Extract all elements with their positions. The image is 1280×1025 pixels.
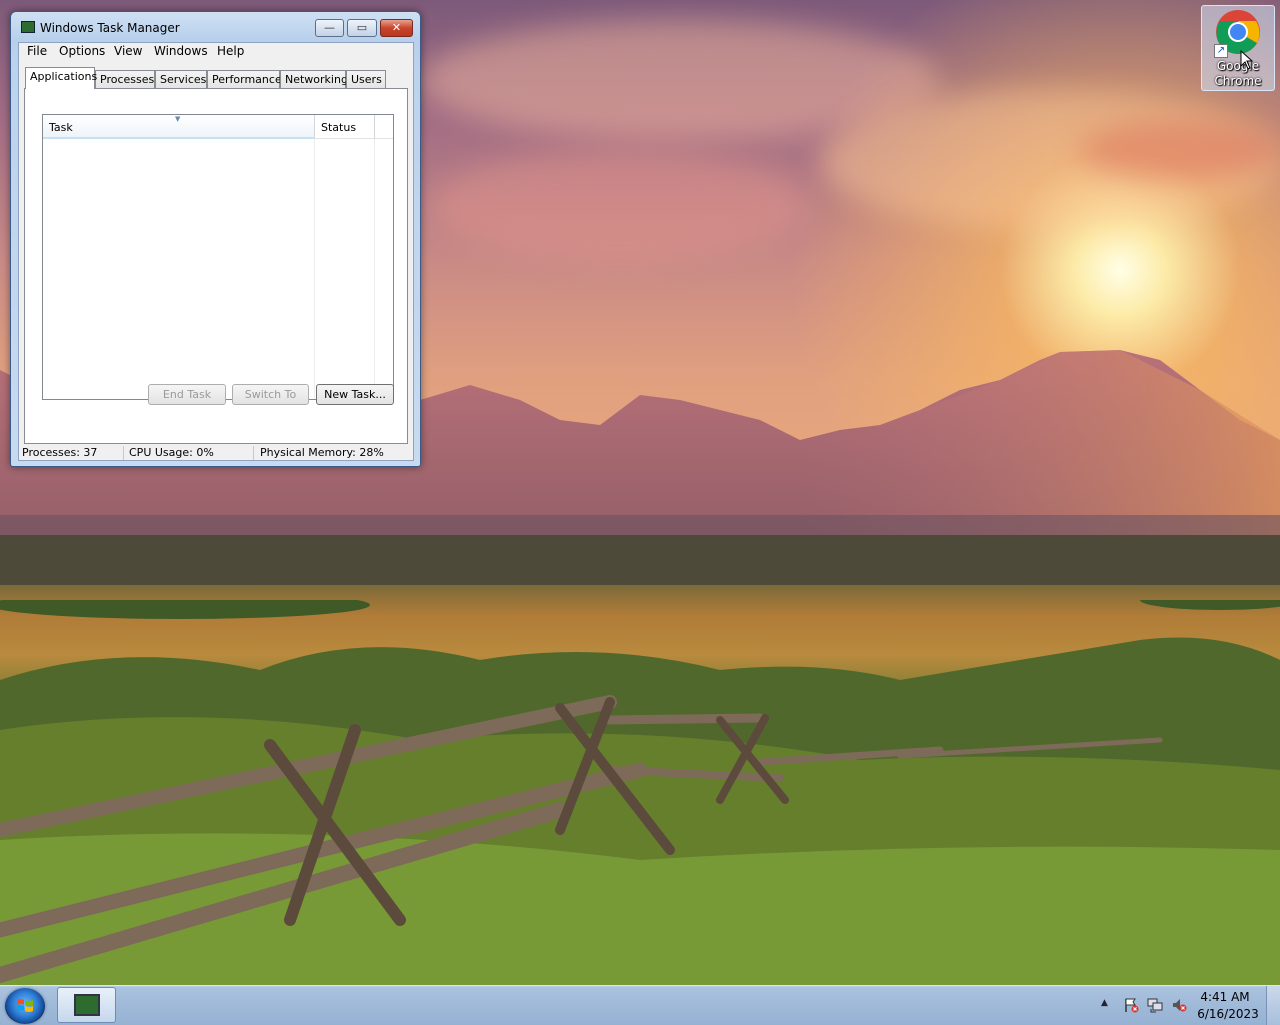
menu-bar: File Options View Windows Help	[19, 43, 413, 61]
network-icon[interactable]	[1147, 997, 1163, 1013]
shortcut-label: Google Chrome	[1214, 59, 1262, 88]
column-header-status[interactable]: Status	[315, 115, 375, 139]
status-physical-memory: Physical Memory: 28%	[260, 446, 384, 459]
volume-muted-icon[interactable]	[1171, 997, 1187, 1013]
taskbar: ▲ 4:41 AM 6/16/2023	[0, 985, 1280, 1025]
window-client-area: File Options View Windows Help Applicati…	[18, 42, 414, 461]
tab-services[interactable]: Services	[155, 70, 207, 88]
maximize-button[interactable]: ▭	[347, 19, 377, 37]
menu-help[interactable]: Help	[215, 44, 246, 58]
start-button[interactable]	[5, 988, 45, 1024]
tab-performance[interactable]: Performance	[207, 70, 282, 88]
switch-to-button[interactable]: Switch To	[232, 384, 309, 405]
clock-time[interactable]: 4:41 AM	[1195, 990, 1255, 1004]
status-processes: Processes: 37	[19, 446, 124, 460]
task-manager-icon	[74, 994, 100, 1016]
shortcut-arrow-icon: ↗	[1214, 44, 1228, 58]
chrome-desktop-shortcut[interactable]: ↗ Google Chrome	[1201, 5, 1275, 91]
menu-windows[interactable]: Windows	[152, 44, 210, 58]
menu-options[interactable]: Options	[57, 44, 107, 58]
end-task-button[interactable]: End Task	[148, 384, 226, 405]
tab-networking[interactable]: Networking	[280, 70, 348, 88]
menu-view[interactable]: View	[112, 44, 144, 58]
column-header-filler	[375, 115, 393, 139]
title-bar[interactable]: Windows Task Manager — ▭ ✕	[11, 12, 420, 42]
column-divider	[314, 139, 315, 399]
tab-applications[interactable]: Applications	[25, 67, 97, 89]
tab-strip: Applications Processes Services Performa…	[19, 67, 413, 89]
task-manager-window[interactable]: Windows Task Manager — ▭ ✕ File Options …	[10, 11, 421, 467]
show-hidden-icons-button[interactable]: ▲	[1101, 998, 1108, 1008]
status-cpu-usage: CPU Usage: 0%	[126, 446, 254, 460]
menu-file[interactable]: File	[25, 44, 49, 58]
mouse-cursor-icon	[1240, 50, 1254, 70]
show-desktop-button[interactable]	[1266, 986, 1280, 1025]
wooden-fence	[0, 695, 1163, 983]
new-task-button[interactable]: New Task...	[316, 384, 394, 405]
status-bar: Processes: 37 CPU Usage: 0% Physical Mem…	[19, 444, 413, 460]
close-button[interactable]: ✕	[380, 19, 413, 37]
action-center-icon[interactable]	[1123, 997, 1139, 1013]
list-header: ▼ Task Status	[43, 115, 393, 139]
column-divider	[374, 139, 375, 399]
windows-logo-icon	[17, 999, 33, 1012]
sort-arrow-icon: ▼	[175, 115, 181, 123]
column-header-status-label: Status	[321, 121, 357, 134]
cloud	[430, 150, 810, 260]
applications-panel: ▼ Task Status End Task Switch To New Tas…	[24, 88, 408, 444]
minimize-button[interactable]: —	[315, 19, 344, 37]
tab-processes[interactable]: Processes	[95, 70, 155, 88]
task-manager-icon	[21, 21, 35, 33]
taskbar-task-manager-button[interactable]	[57, 987, 116, 1023]
window-title: Windows Task Manager	[40, 21, 180, 35]
column-header-task-label: Task	[49, 121, 73, 134]
column-header-task[interactable]: ▼ Task	[43, 115, 315, 139]
tab-users[interactable]: Users	[346, 70, 386, 88]
task-list[interactable]: ▼ Task Status	[42, 114, 394, 400]
cloud	[1080, 120, 1280, 180]
clock-date[interactable]: 6/16/2023	[1195, 1007, 1261, 1021]
